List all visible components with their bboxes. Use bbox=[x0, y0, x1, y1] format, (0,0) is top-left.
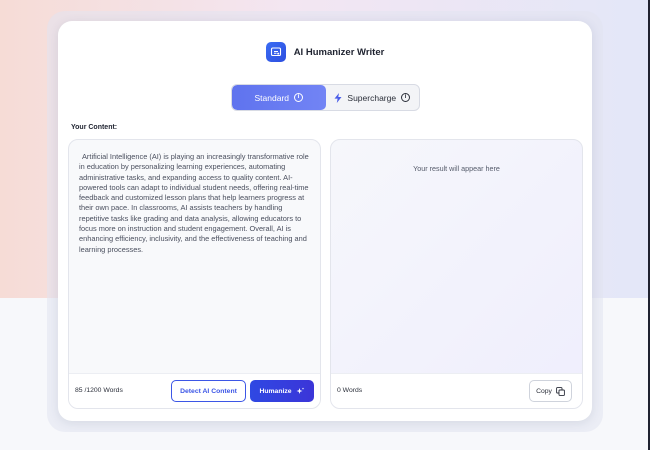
section-label-your-content: Your Content: bbox=[71, 124, 118, 131]
humanize-button[interactable]: Humanize bbox=[250, 380, 314, 402]
input-panel: Artificial Intelligence (AI) is playing … bbox=[68, 139, 321, 409]
copy-icon bbox=[556, 386, 565, 396]
info-icon[interactable]: i bbox=[401, 93, 411, 102]
sparkle-icon bbox=[296, 387, 304, 394]
tab-standard-label: Standard bbox=[254, 92, 290, 103]
mode-switch: Standard i Supercharge i bbox=[231, 84, 420, 111]
humanizer-card: AI Humanizer Writer Standard i Superchar… bbox=[58, 21, 592, 421]
output-panel-footer: 0 Words Copy bbox=[331, 373, 582, 408]
tab-supercharge[interactable]: Supercharge i bbox=[326, 85, 420, 110]
copy-button[interactable]: Copy bbox=[529, 380, 572, 402]
input-panel-footer: 85 /1200 Words Detect AI Content Humaniz… bbox=[69, 373, 320, 408]
app-logo-icon bbox=[265, 42, 286, 62]
tab-standard[interactable]: Standard i bbox=[232, 85, 326, 110]
humanize-button-label: Humanize bbox=[259, 387, 292, 395]
tab-supercharge-label: Supercharge bbox=[347, 92, 397, 103]
app-header: AI Humanizer Writer bbox=[58, 41, 592, 63]
info-icon[interactable]: i bbox=[294, 93, 303, 102]
copy-button-label: Copy bbox=[536, 387, 552, 395]
result-placeholder: Your result will appear here bbox=[413, 164, 500, 173]
app-title: AI Humanizer Writer bbox=[293, 46, 385, 58]
input-word-count: 85 /1200 Words bbox=[75, 387, 123, 394]
content-textarea[interactable]: Artificial Intelligence (AI) is playing … bbox=[79, 152, 314, 255]
output-word-count: 0 Words bbox=[337, 387, 363, 394]
detect-ai-content-button[interactable]: Detect AI Content bbox=[171, 380, 246, 402]
output-panel: Your result will appear here 0 Words Cop… bbox=[330, 139, 583, 409]
lightning-icon bbox=[334, 92, 342, 103]
